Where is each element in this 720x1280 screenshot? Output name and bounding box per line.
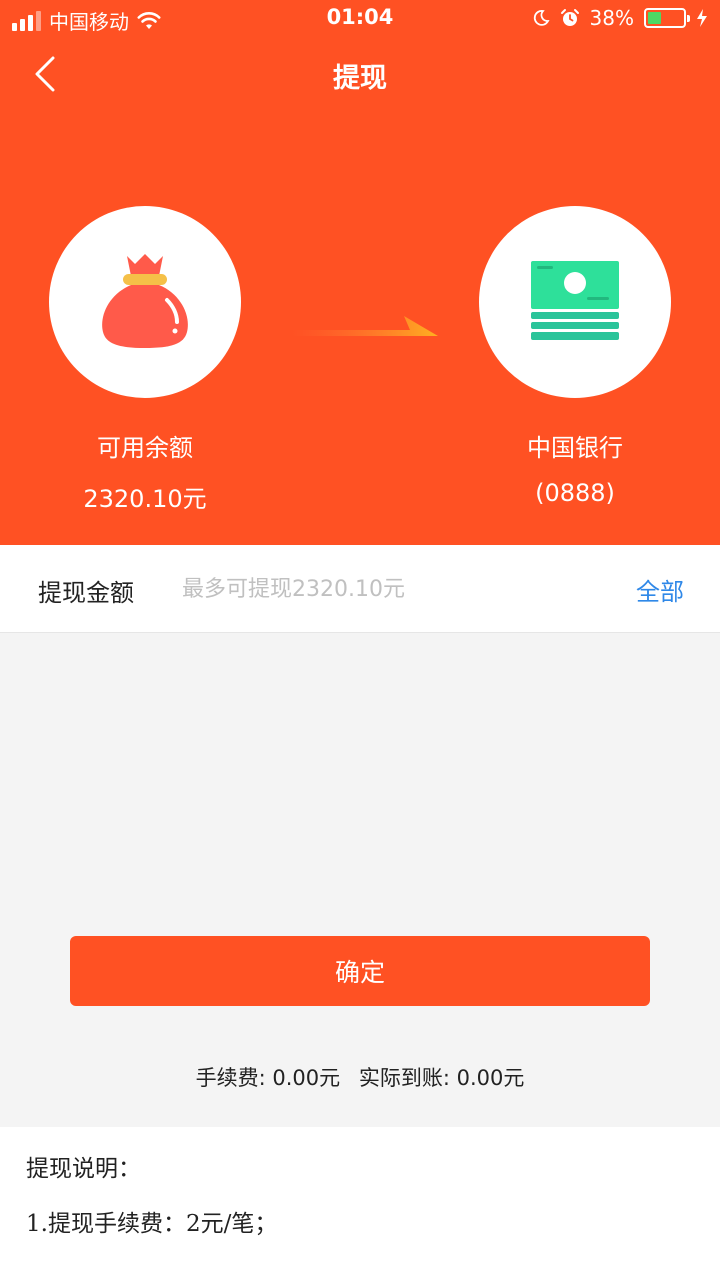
battery-percent: 38% bbox=[589, 6, 634, 30]
fee-summary: 手续费: 0.00元 实际到账: 0.00元 bbox=[0, 1062, 720, 1092]
status-bar: 中国移动 01:04 38% bbox=[0, 0, 720, 36]
bank-circle bbox=[479, 206, 671, 398]
page-title: 提现 bbox=[333, 63, 387, 94]
notes-item: 1.提现手续费：2元/笔； bbox=[26, 1211, 278, 1237]
charging-icon bbox=[697, 9, 707, 27]
withdraw-all-button[interactable]: 全部 bbox=[636, 572, 684, 607]
transfer-arrow-icon bbox=[292, 316, 438, 336]
alarm-icon bbox=[560, 9, 579, 26]
balance-label: 可用余额 bbox=[97, 434, 193, 462]
confirm-button[interactable]: 确定 bbox=[70, 936, 650, 1006]
bank-account: (0888) bbox=[535, 479, 615, 507]
notes-title: 提现说明： bbox=[26, 1156, 141, 1182]
cash-stack-icon bbox=[531, 261, 619, 340]
status-right: 38% bbox=[532, 6, 708, 30]
money-bag-icon bbox=[102, 254, 188, 348]
fee-text: 手续费: 0.00元 bbox=[195, 1066, 341, 1090]
amount-label: 提现金额 bbox=[38, 579, 134, 607]
balance-circle bbox=[49, 206, 241, 398]
balance-amount: 2320.10元 bbox=[83, 485, 207, 513]
nav-bar: 提现 bbox=[0, 44, 720, 104]
withdraw-notes: 提现说明： 1.提现手续费：2元/笔； bbox=[0, 1127, 720, 1280]
battery-level bbox=[648, 12, 661, 24]
moon-icon bbox=[533, 10, 550, 26]
amount-row: 提现金额 全部 bbox=[0, 545, 720, 633]
bank-name: 中国银行 bbox=[527, 434, 623, 462]
actual-amount-text: 实际到账: 0.00元 bbox=[358, 1066, 525, 1090]
battery-icon bbox=[644, 8, 690, 28]
amount-input[interactable] bbox=[182, 569, 582, 609]
hero-panel: 中国移动 01:04 38% 提现 可用余额 2320.10元 中国银行 (08… bbox=[0, 0, 720, 545]
